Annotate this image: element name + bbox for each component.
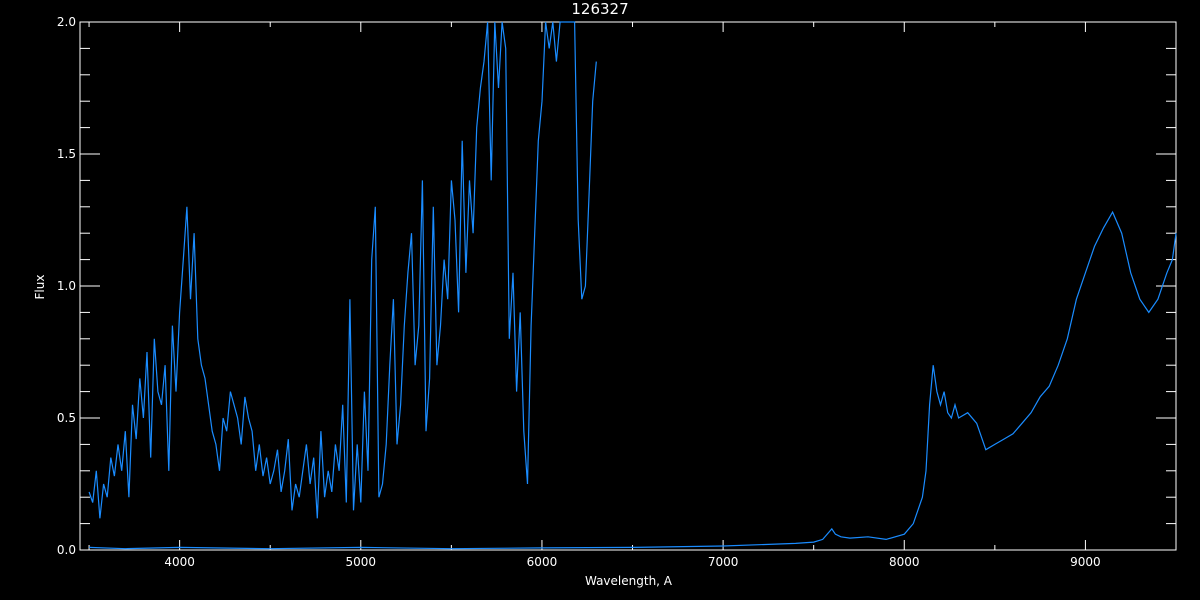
x-tick-label: 8000 [889,555,920,569]
y-tick-label: 0.5 [57,411,76,425]
y-tick-label: 0.0 [57,543,76,557]
spectrum-series-1 [88,21,597,519]
x-tick-label: 7000 [708,555,739,569]
spectrum-plot: 4000 5000 6000 7000 8000 90000.00.51.01.52.0 [57,15,1177,569]
spectrum-series-2 [89,210,1177,550]
axis-ticks: 4000 5000 6000 7000 8000 90000.00.51.01.52.0 [57,15,1177,569]
x-tick-label: 9000 [1070,555,1101,569]
x-tick-label: 4000 [164,555,195,569]
y-axis-label: Flux [33,274,47,300]
x-tick-label: 5000 [346,555,377,569]
x-axis-label: Wavelength, A [584,574,673,588]
series-lines [88,21,1177,550]
y-tick-label: 1.5 [57,147,76,161]
chart-title: 126327 [571,0,629,18]
plot-frame [79,21,1177,551]
x-tick-label: 6000 [527,555,558,569]
y-tick-label: 1.0 [57,279,76,293]
